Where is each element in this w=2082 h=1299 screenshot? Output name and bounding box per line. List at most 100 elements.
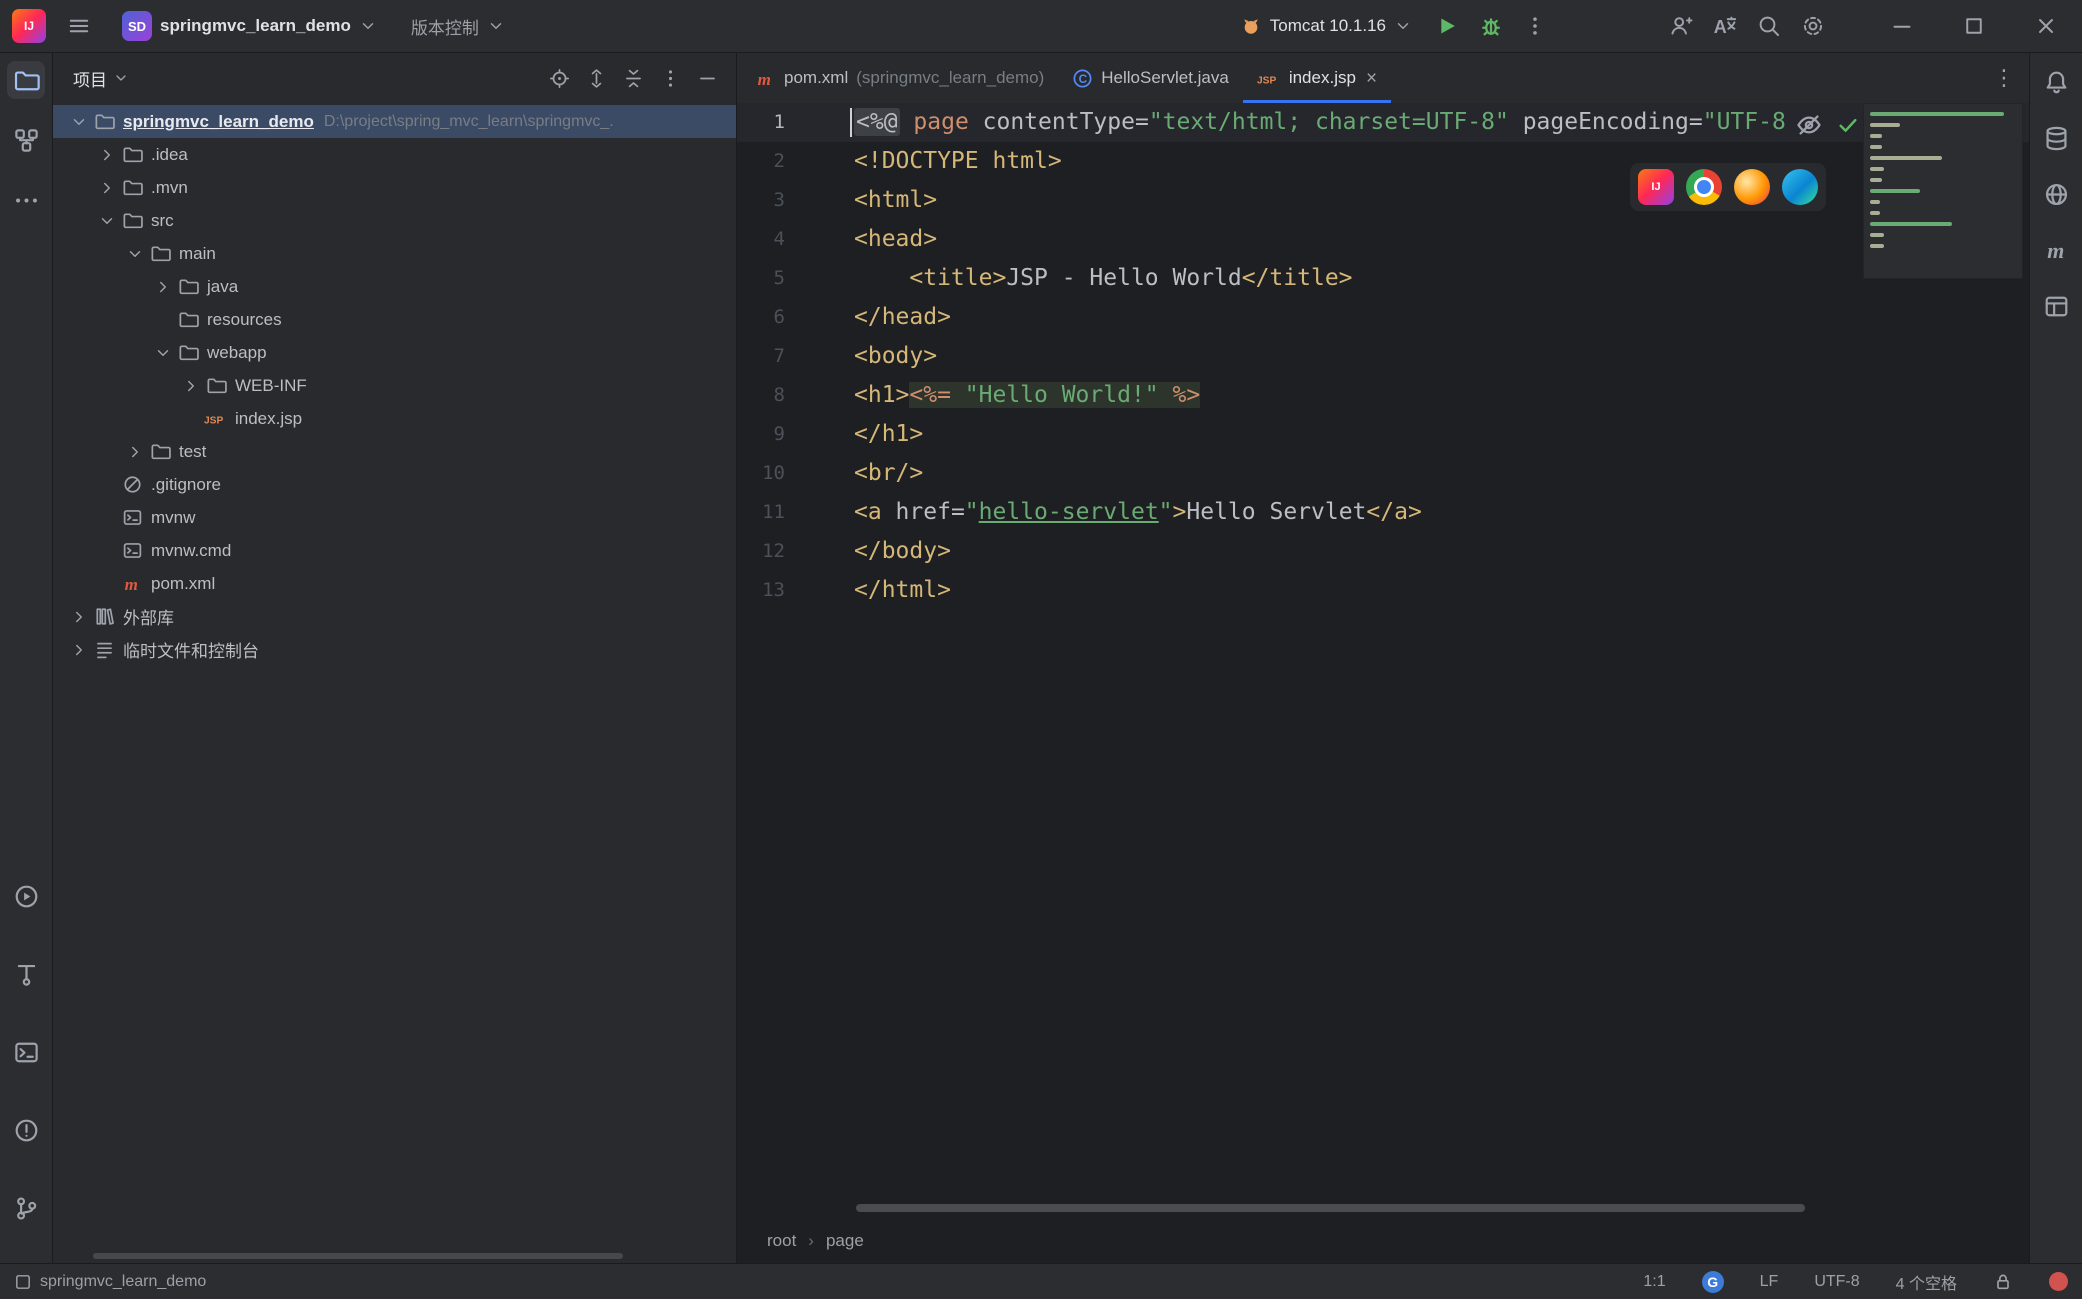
debug-button[interactable] bbox=[1472, 7, 1510, 45]
chevron-right-icon[interactable] bbox=[95, 143, 119, 167]
line-number[interactable]: 2 bbox=[737, 142, 785, 181]
editor[interactable]: 1<%@ page contentType="text/html; charse… bbox=[737, 103, 2029, 1218]
code-line-12[interactable]: 12</body> bbox=[737, 532, 2029, 571]
terminal-icon[interactable] bbox=[7, 1033, 45, 1071]
more-tool-windows-icon[interactable] bbox=[7, 181, 45, 219]
lock-icon[interactable] bbox=[1993, 1272, 2013, 1292]
chevron-right-icon[interactable] bbox=[151, 275, 175, 299]
code-line-6[interactable]: 6</head> bbox=[737, 298, 2029, 337]
layout-tool-icon[interactable] bbox=[2037, 287, 2075, 325]
hamburger-menu-icon[interactable] bbox=[60, 7, 98, 45]
file-encoding[interactable]: UTF-8 bbox=[1814, 1273, 1859, 1291]
chevron-right-icon[interactable] bbox=[123, 440, 147, 464]
close-button[interactable] bbox=[2010, 0, 2082, 53]
tree-item-resources[interactable]: resources bbox=[53, 303, 736, 336]
line-number[interactable]: 4 bbox=[737, 220, 785, 259]
code-line-9[interactable]: 9</h1> bbox=[737, 415, 2029, 454]
code-line-8[interactable]: 8<h1><%= "Hello World!" %> bbox=[737, 376, 2029, 415]
chevron-down-icon[interactable] bbox=[67, 110, 91, 134]
tab-helloservlet-java[interactable]: C HelloServlet.java bbox=[1058, 53, 1243, 103]
chevron-right-icon[interactable] bbox=[67, 638, 91, 662]
code-line-7[interactable]: 7<body> bbox=[737, 337, 2029, 376]
grazie-icon[interactable]: G bbox=[1702, 1271, 1724, 1293]
more-actions-icon[interactable] bbox=[1516, 7, 1554, 45]
editor-hscrollbar[interactable] bbox=[856, 1204, 1805, 1212]
chrome-icon[interactable] bbox=[1686, 169, 1722, 205]
code-line-11[interactable]: 11<a href="hello-servlet">Hello Servlet<… bbox=[737, 493, 2029, 532]
code-line-2[interactable]: 2<!DOCTYPE html> bbox=[737, 142, 2029, 181]
chevron-right-icon[interactable] bbox=[179, 374, 203, 398]
minimize-button[interactable] bbox=[1866, 0, 1938, 53]
line-number[interactable]: 6 bbox=[737, 298, 785, 337]
git-branch-icon[interactable] bbox=[7, 1189, 45, 1227]
line-number[interactable]: 7 bbox=[737, 337, 785, 376]
locate-file-icon[interactable] bbox=[549, 68, 570, 89]
line-number[interactable]: 9 bbox=[737, 415, 785, 454]
tree-item-test[interactable]: test bbox=[53, 435, 736, 468]
chevron-down-icon[interactable] bbox=[151, 341, 175, 365]
line-number[interactable]: 11 bbox=[737, 493, 785, 532]
services-icon[interactable] bbox=[7, 877, 45, 915]
tree-item-main[interactable]: main bbox=[53, 237, 736, 270]
indent-setting[interactable]: 4 个空格 bbox=[1896, 1270, 1957, 1294]
tree-item-pom.xml[interactable]: mpom.xml bbox=[53, 567, 736, 600]
collaborate-icon[interactable] bbox=[1662, 7, 1700, 45]
tree-item-webapp[interactable]: webapp bbox=[53, 336, 736, 369]
run-config-widget[interactable]: Tomcat 10.1.16 bbox=[1230, 10, 1422, 42]
tree-item-src[interactable]: src bbox=[53, 204, 736, 237]
maximize-button[interactable] bbox=[1938, 0, 2010, 53]
problems-icon[interactable] bbox=[7, 1111, 45, 1149]
expand-all-icon[interactable] bbox=[586, 68, 607, 89]
breadcrumb-item[interactable]: root bbox=[767, 1231, 796, 1251]
code-line-5[interactable]: 5 <title>JSP - Hello World</title> bbox=[737, 259, 2029, 298]
project-tool-window-icon[interactable] bbox=[7, 61, 45, 99]
chevron-down-icon[interactable] bbox=[123, 242, 147, 266]
panel-options-icon[interactable] bbox=[660, 68, 681, 89]
settings-icon[interactable] bbox=[1794, 7, 1832, 45]
code-line-4[interactable]: 4<head> bbox=[737, 220, 2029, 259]
tree-item-index.jsp[interactable]: JSPindex.jsp bbox=[53, 402, 736, 435]
breadcrumb-item[interactable]: page bbox=[826, 1231, 864, 1251]
search-icon[interactable] bbox=[1750, 7, 1788, 45]
tab-options-icon[interactable]: ⋮ bbox=[1993, 65, 2015, 91]
run-button[interactable] bbox=[1428, 7, 1466, 45]
notifications-bell-icon[interactable] bbox=[2037, 63, 2075, 101]
line-number[interactable]: 8 bbox=[737, 376, 785, 415]
chevron-down-icon[interactable] bbox=[95, 209, 119, 233]
tab-pom-xml[interactable]: m pom.xml (springmvc_learn_demo) bbox=[741, 53, 1058, 103]
tree-item-.gitignore[interactable]: .gitignore bbox=[53, 468, 736, 501]
tree-item-mvnw[interactable]: mvnw bbox=[53, 501, 736, 534]
idea-preview-icon[interactable]: IJ bbox=[1638, 169, 1674, 205]
project-widget[interactable]: SD springmvc_learn_demo bbox=[112, 6, 387, 46]
tree-item-springmvc_learn_demo[interactable]: springmvc_learn_demoD:\project\spring_mv… bbox=[53, 105, 736, 138]
tree-item-mvnw.cmd[interactable]: mvnw.cmd bbox=[53, 534, 736, 567]
close-tab-icon[interactable]: × bbox=[1366, 69, 1377, 88]
firefox-icon[interactable] bbox=[1734, 169, 1770, 205]
project-hscrollbar[interactable] bbox=[93, 1253, 623, 1259]
code-line-3[interactable]: 3<html> bbox=[737, 181, 2029, 220]
endpoints-icon[interactable] bbox=[7, 955, 45, 993]
hide-panel-icon[interactable] bbox=[697, 68, 718, 89]
highlighting-off-eye-icon[interactable] bbox=[1795, 111, 1823, 139]
tree-item-java[interactable]: java bbox=[53, 270, 736, 303]
caret-position[interactable]: 1:1 bbox=[1643, 1273, 1665, 1291]
tree-item-.idea[interactable]: .idea bbox=[53, 138, 736, 171]
maven-tool-icon[interactable]: m bbox=[2037, 231, 2075, 269]
statusbar-project-name[interactable]: springmvc_learn_demo bbox=[40, 1273, 206, 1291]
chevron-right-icon[interactable] bbox=[67, 605, 91, 629]
no-problems-check-icon[interactable] bbox=[1835, 112, 1861, 138]
tree-item-________[interactable]: 临时文件和控制台 bbox=[53, 633, 736, 666]
line-number[interactable]: 12 bbox=[737, 532, 785, 571]
collapse-all-icon[interactable] bbox=[623, 68, 644, 89]
line-number[interactable]: 1 bbox=[737, 103, 785, 142]
project-panel-title[interactable]: 项目 bbox=[73, 66, 129, 91]
line-number[interactable]: 10 bbox=[737, 454, 785, 493]
vcs-widget[interactable]: 版本控制 bbox=[401, 9, 515, 44]
line-number[interactable]: 13 bbox=[737, 571, 785, 610]
highlight-level-icon[interactable] bbox=[2049, 1272, 2068, 1291]
chevron-right-icon[interactable] bbox=[95, 176, 119, 200]
tree-item-WEB-INF[interactable]: WEB-INF bbox=[53, 369, 736, 402]
structure-tool-window-icon[interactable] bbox=[7, 121, 45, 159]
line-number[interactable]: 3 bbox=[737, 181, 785, 220]
line-separator[interactable]: LF bbox=[1760, 1273, 1779, 1291]
